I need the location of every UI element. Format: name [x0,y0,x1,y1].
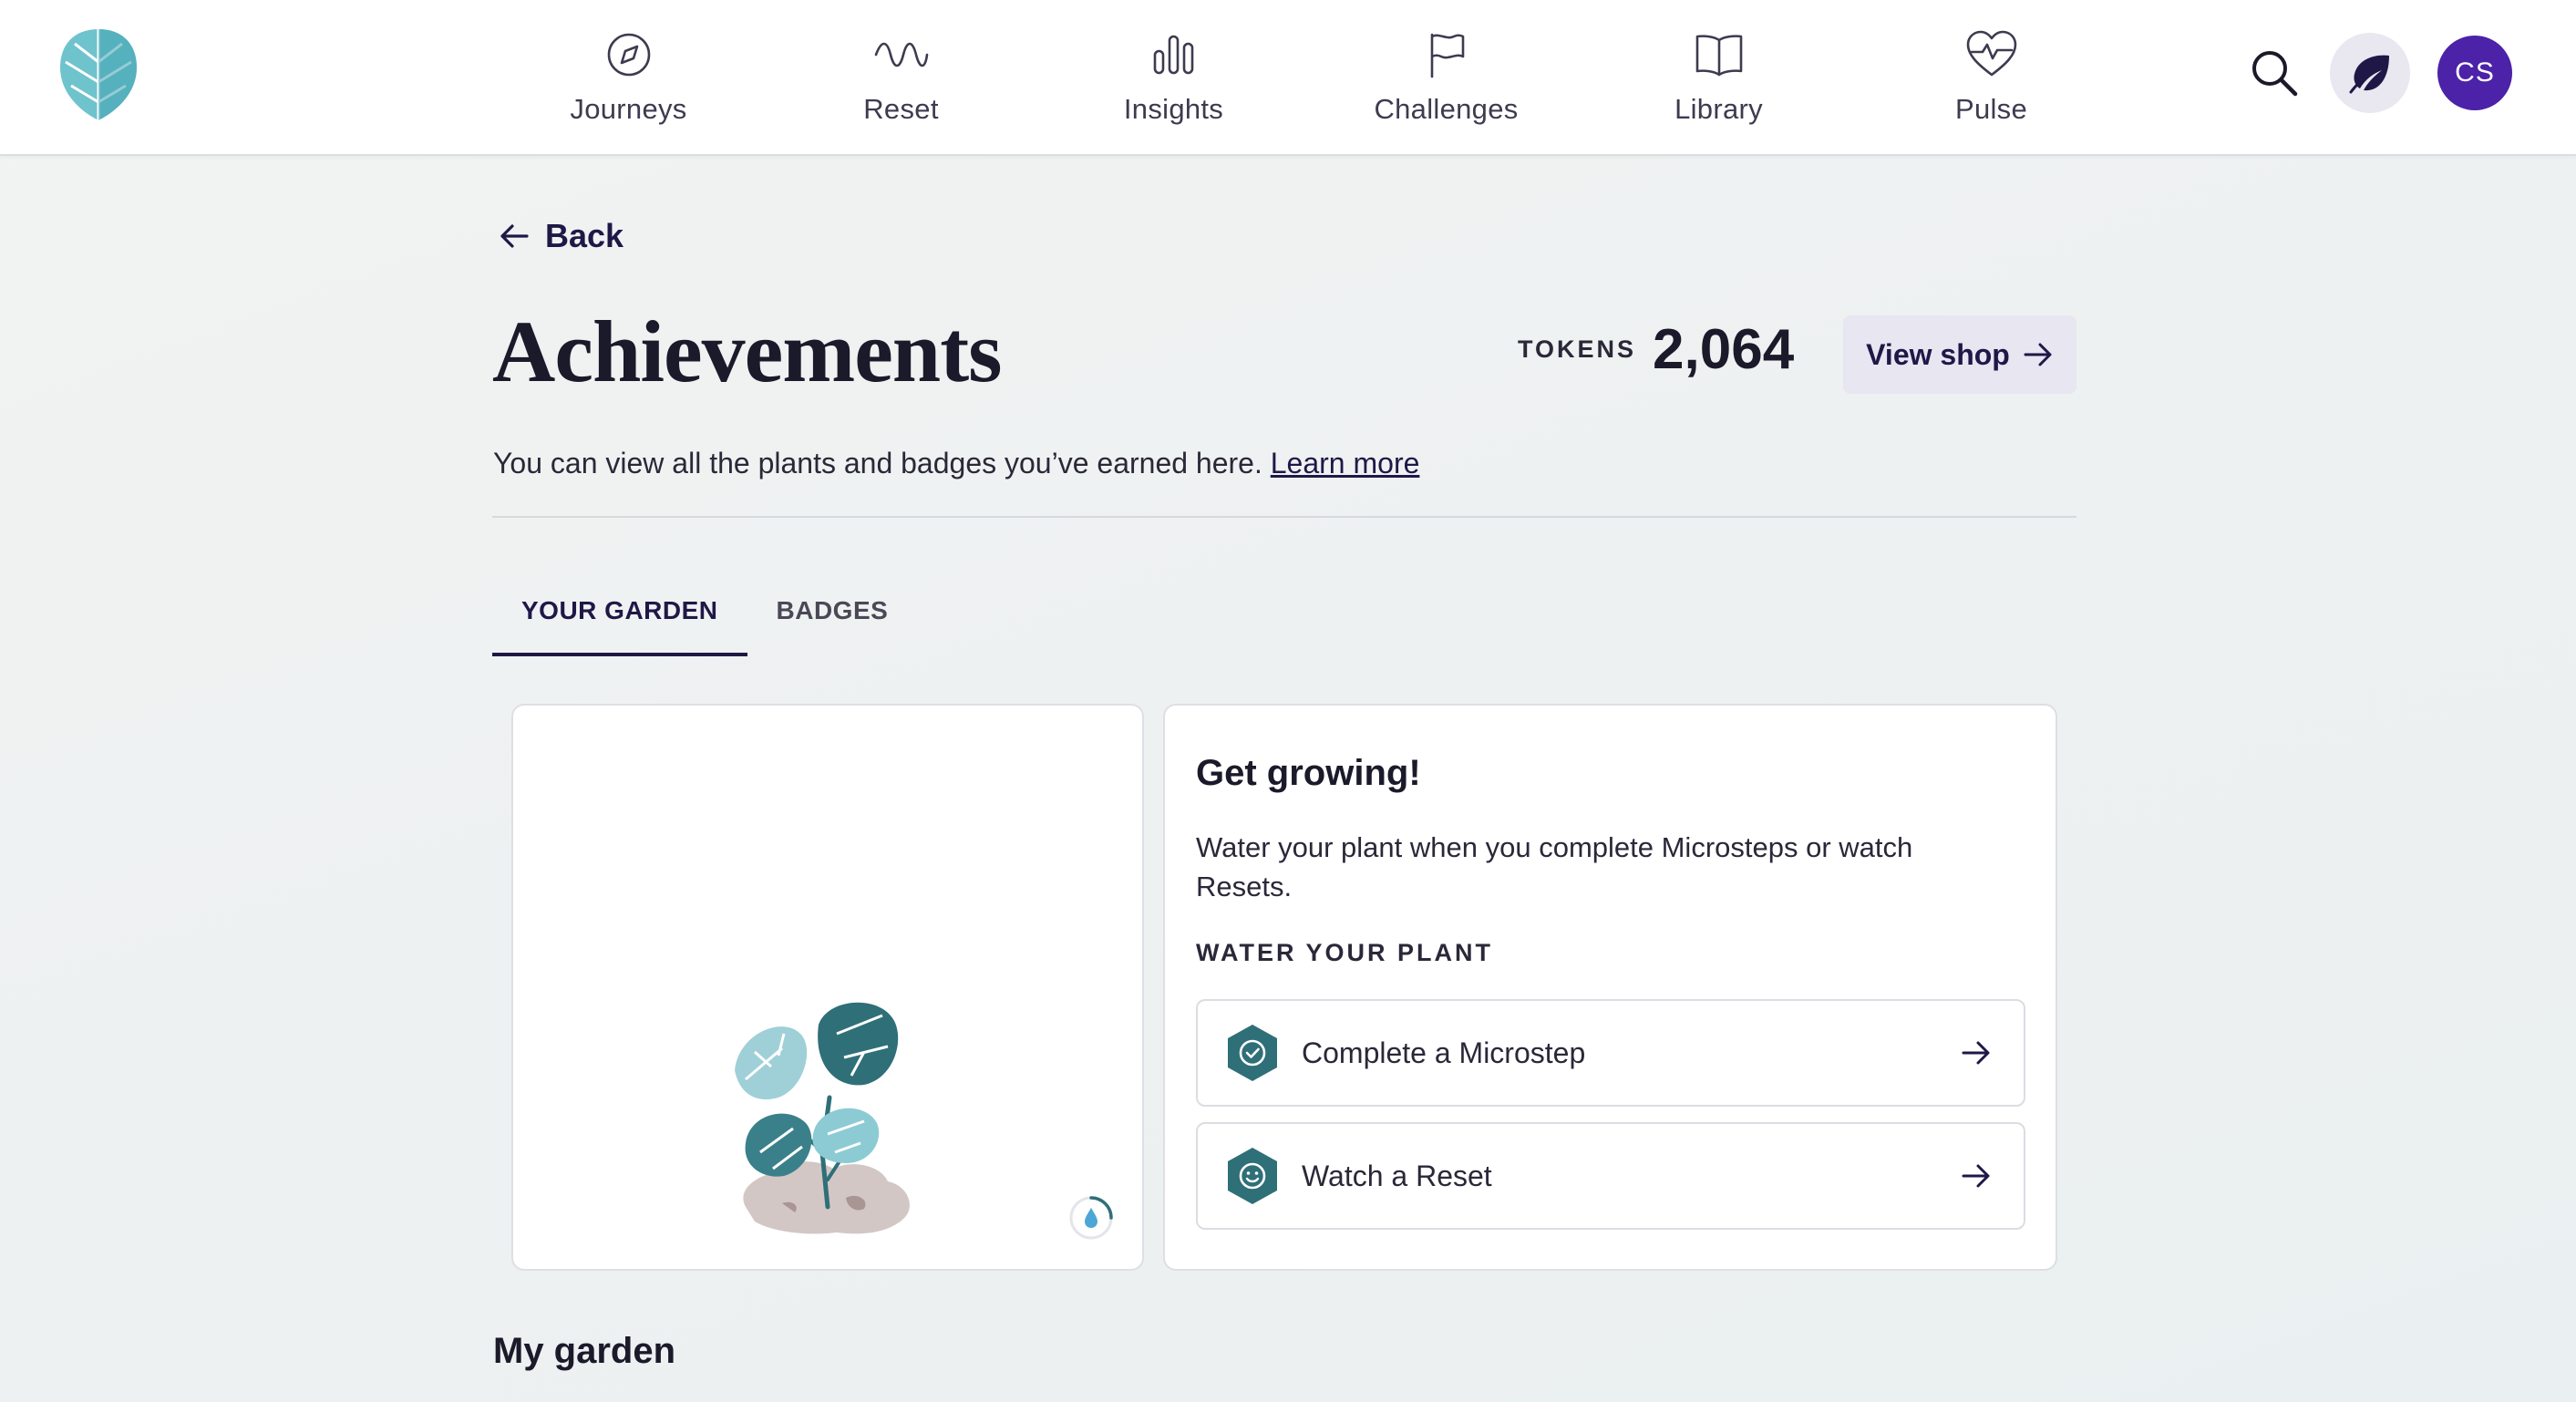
plant-illustration [735,1002,910,1234]
divider [492,516,2076,518]
smile-hex-icon [1228,1148,1277,1204]
water-drop-icon [1069,1196,1113,1240]
grow-title: Get growing! [1196,753,1421,793]
water-your-plant-label: WATER YOUR PLANT [1196,939,1494,966]
nav-item-challenges[interactable]: Challenges [1310,0,1582,156]
heart-pulse-icon [1966,30,2016,77]
nav-label: Pulse [1954,93,2028,125]
nav-label: Library [1674,93,1763,125]
view-shop-button[interactable]: View shop [1843,315,2076,394]
get-growing-card: Get growing! Water your plant when you c… [1163,704,2057,1271]
watch-reset-button[interactable]: Watch a Reset [1196,1122,2025,1230]
bar-chart-icon [1153,35,1193,75]
back-link[interactable]: Back [498,217,623,255]
search-button[interactable] [2241,34,2308,112]
nav-item-reset[interactable]: Reset [765,0,1037,156]
garden-button[interactable] [2330,33,2410,113]
avatar[interactable]: CS [2437,36,2512,110]
tokens-label: TOKENS [1518,335,1637,363]
achievement-tabs: YOUR GARDEN BADGES [492,583,917,656]
book-icon [1695,35,1742,77]
compass-icon [607,33,650,77]
leaf-icon [2349,55,2389,94]
action-label: Complete a Microstep [1302,1036,1586,1069]
arrow-left-icon [500,224,529,248]
grow-description: Water your plant when you complete Micro… [1196,831,1913,902]
tokens-value: 2,064 [1653,318,1795,381]
tab-badges[interactable]: BADGES [747,583,918,656]
nav-label: Reset [863,93,939,125]
nav-item-insights[interactable]: Insights [1037,0,1310,156]
nav-item-library[interactable]: Library [1582,0,1855,156]
intro-text: You can view all the plants and badges y… [493,447,1419,480]
check-hex-icon [1228,1025,1277,1081]
back-label: Back [545,217,624,254]
nav-item-journeys[interactable]: Journeys [492,0,765,156]
flag-icon [1430,33,1464,78]
main-nav: Journeys Reset Insights Challenges Libra… [492,0,2128,156]
action-label: Watch a Reset [1302,1159,1492,1192]
my-garden-heading: My garden [493,1331,676,1371]
logo-icon[interactable] [55,26,142,122]
tokens-display: TOKENS 2,064 [1518,317,1794,382]
complete-microstep-button[interactable]: Complete a Microstep [1196,999,2025,1107]
nav-label: Challenges [1374,93,1519,125]
search-icon [2252,51,2298,97]
arrow-right-icon [1962,1041,1990,1065]
tab-your-garden[interactable]: YOUR GARDEN [492,583,747,656]
arrow-right-icon [1962,1164,1990,1188]
nav-item-pulse[interactable]: Pulse [1855,0,2128,156]
top-right-actions: CS [2241,33,2512,113]
wave-icon [874,42,928,67]
page-title: Achievements [492,303,1003,400]
nav-label: Insights [1123,93,1224,125]
plant-card [511,704,1144,1271]
nav-label: Journeys [570,93,687,125]
top-nav-bar: Journeys Reset Insights Challenges Libra… [0,0,2576,156]
learn-more-link[interactable]: Learn more [1271,447,1420,479]
intro-description: You can view all the plants and badges y… [493,447,1262,479]
view-shop-label: View shop [1866,337,2010,371]
arrow-right-icon [2024,343,2052,366]
